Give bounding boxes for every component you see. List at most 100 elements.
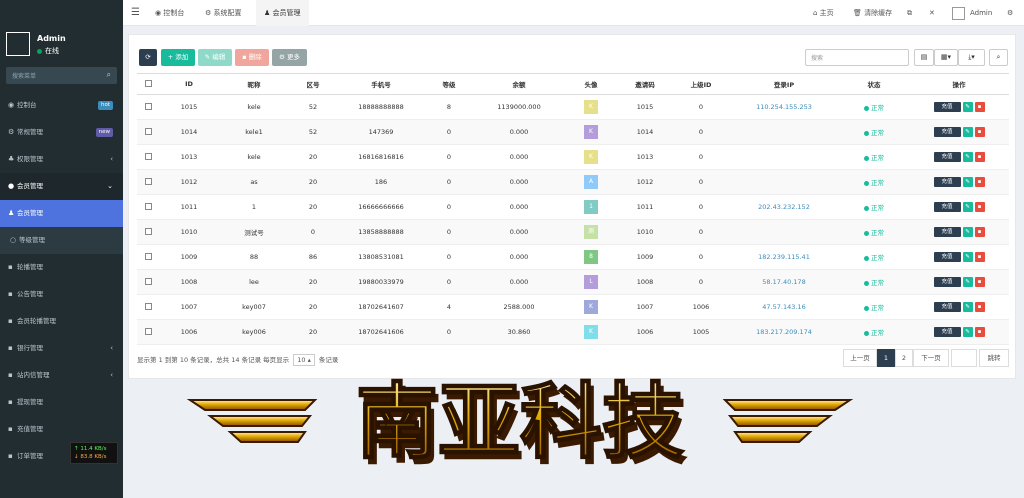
row-checkbox[interactable]	[137, 319, 159, 345]
row-checkbox[interactable]	[137, 269, 159, 295]
delete-row-icon[interactable]: ▪	[974, 277, 985, 287]
edit-row-icon[interactable]: ✎	[962, 177, 973, 187]
table-row[interactable]: 1007 key007 20 18702641607 4 2588.000 K 1007 100…	[137, 294, 1009, 320]
search-icon[interactable]: ⌕	[107, 70, 111, 80]
export-button[interactable]: ⤓▾	[958, 49, 985, 66]
recharge-button[interactable]: 充值	[933, 202, 961, 212]
row-checkbox[interactable]	[137, 169, 159, 195]
recharge-button[interactable]: 充值	[933, 227, 961, 237]
sidebar-item[interactable]: ⚙ 常规管理 new	[0, 119, 123, 146]
settings-gear-icon[interactable]: ⚙	[1007, 0, 1013, 26]
edit-row-icon[interactable]: ✎	[962, 202, 973, 212]
sidebar-item[interactable]: ▪ 提现管理	[0, 389, 123, 416]
table-row[interactable]: 1013 kele 20 16816816816 0 0.000 K 1013 0 正常 充值 ✎ ▪	[137, 144, 1009, 170]
table-row[interactable]: 1015 kele 52 18888888888 8 1139000.000 K 1015 0 1…	[137, 94, 1009, 120]
cell-ip[interactable]: 202.43.232.152	[729, 194, 839, 220]
recharge-button[interactable]: 充值	[933, 277, 961, 287]
row-checkbox[interactable]	[137, 119, 159, 145]
columns-button[interactable]: ▦▾	[934, 49, 958, 66]
cell-ip[interactable]	[729, 169, 839, 195]
delete-row-icon[interactable]: ▪	[974, 152, 985, 162]
sidebar-item[interactable]: ▪ 站内信管理 ‹	[0, 362, 123, 389]
edit-row-icon[interactable]: ✎	[962, 302, 973, 312]
recharge-button[interactable]: 充值	[933, 152, 961, 162]
select-all-checkbox[interactable]	[137, 73, 159, 95]
cell-ip[interactable]: 47.57.143.16	[729, 294, 839, 320]
recharge-button[interactable]: 充值	[933, 302, 961, 312]
page-1-button[interactable]: 1	[877, 349, 895, 367]
tab-system-config[interactable]: ⚙ 系统配置	[197, 0, 250, 26]
sidebar-item[interactable]: ● 会员管理 ⌄	[0, 173, 123, 200]
toggle-view-button[interactable]: ▤	[914, 49, 934, 66]
recharge-button[interactable]: 充值	[933, 327, 961, 337]
sidebar-item[interactable]: ▪ 公告管理	[0, 281, 123, 308]
row-checkbox[interactable]	[137, 94, 159, 120]
prev-page-button[interactable]: 上一页	[843, 349, 877, 367]
clear-cache-button[interactable]: 🗑 清除缓存	[853, 0, 892, 26]
cell-ip[interactable]	[729, 119, 839, 145]
cell-ip[interactable]: 58.17.40.178	[729, 269, 839, 295]
user-menu[interactable]: Admin	[952, 0, 992, 26]
table-search-input[interactable]: 搜索	[805, 49, 909, 66]
table-row[interactable]: 1006 key006 20 18702641606 0 30.860 K 1006 1005 1…	[137, 319, 1009, 345]
advanced-search-button[interactable]: ⌕	[989, 49, 1008, 66]
table-row[interactable]: 1012 as 20 186 0 0.000 A 1012 0 正常 充值 ✎ ▪	[137, 169, 1009, 195]
recharge-button[interactable]: 充值	[933, 177, 961, 187]
cell-ip[interactable]: 110.254.155.253	[729, 94, 839, 120]
delete-row-icon[interactable]: ▪	[974, 202, 985, 212]
delete-row-icon[interactable]: ▪	[974, 252, 985, 262]
edit-row-icon[interactable]: ✎	[962, 152, 973, 162]
edit-row-icon[interactable]: ✎	[962, 327, 973, 337]
sidebar-item[interactable]: ♣ 权限管理 ‹	[0, 146, 123, 173]
jump-button[interactable]: 跳转	[979, 349, 1009, 367]
fullscreen-icon[interactable]: ✕	[929, 0, 935, 26]
recharge-button[interactable]: 充值	[933, 102, 961, 112]
add-button[interactable]: + 添加	[161, 49, 195, 66]
recharge-button[interactable]: 充值	[933, 127, 961, 137]
table-row[interactable]: 1014 kele1 52 147369 0 0.000 K 1014 0 正常 充值 ✎ ▪	[137, 119, 1009, 145]
sidebar-item[interactable]: ○ 等级管理	[0, 227, 123, 254]
row-checkbox[interactable]	[137, 219, 159, 245]
delete-button[interactable]: ▪ 删除	[235, 49, 269, 66]
row-checkbox[interactable]	[137, 144, 159, 170]
recharge-button[interactable]: 充值	[933, 252, 961, 262]
edit-row-icon[interactable]: ✎	[962, 252, 973, 262]
delete-row-icon[interactable]: ▪	[974, 227, 985, 237]
col-header[interactable]: ID	[159, 73, 219, 95]
row-checkbox[interactable]	[137, 194, 159, 220]
sidebar-item[interactable]: ▪ 充值管理	[0, 416, 123, 443]
table-row[interactable]: 1009 88 86 13808531081 0 0.000 8 1009 0 182.239.1…	[137, 244, 1009, 270]
sidebar-item[interactable]: ▪ 会员轮播管理	[0, 308, 123, 335]
row-checkbox[interactable]	[137, 294, 159, 320]
tab-member-management[interactable]: ♟ 会员管理	[256, 0, 309, 26]
more-button[interactable]: ⚙ 更多	[272, 49, 307, 66]
delete-row-icon[interactable]: ▪	[974, 177, 985, 187]
table-row[interactable]: 1008 lee 20 19880033979 0 0.000 L 1008 0 58.17.40…	[137, 269, 1009, 295]
page-2-button[interactable]: 2	[895, 349, 913, 367]
next-page-button[interactable]: 下一页	[913, 349, 949, 367]
multi-tab-icon[interactable]: ⧉	[907, 0, 912, 26]
edit-row-icon[interactable]: ✎	[962, 227, 973, 237]
home-link[interactable]: ⌂ 主页	[813, 0, 834, 26]
delete-row-icon[interactable]: ▪	[974, 302, 985, 312]
delete-row-icon[interactable]: ▪	[974, 102, 985, 112]
sidebar-item[interactable]: ▪ 轮播管理	[0, 254, 123, 281]
refresh-button[interactable]: ⟳	[139, 49, 157, 66]
sidebar-item[interactable]: ♟ 会员管理	[0, 200, 123, 227]
menu-toggle-icon[interactable]: ☰	[131, 7, 140, 18]
table-row[interactable]: 1011 1 20 16666666666 0 0.000 1 1011 0 202.43.232…	[137, 194, 1009, 220]
jump-page-input[interactable]	[951, 349, 977, 367]
edit-row-icon[interactable]: ✎	[962, 127, 973, 137]
page-size-select[interactable]: 10 ▴	[293, 354, 315, 366]
cell-ip[interactable]: 183.217.209.174	[729, 319, 839, 345]
cell-ip[interactable]	[729, 219, 839, 245]
cell-ip[interactable]	[729, 144, 839, 170]
sidebar-search-input[interactable]: 搜索菜单 ⌕	[6, 67, 117, 84]
edit-button[interactable]: ✎ 编辑	[198, 49, 232, 66]
table-row[interactable]: 1010 测试号 0 13858888888 0 0.000 测 1010 0 正常 充值 ✎ ▪	[137, 219, 1009, 245]
sidebar-item[interactable]: ▪ 银行管理 ‹	[0, 335, 123, 362]
delete-row-icon[interactable]: ▪	[974, 327, 985, 337]
cell-ip[interactable]: 182.239.115.41	[729, 244, 839, 270]
row-checkbox[interactable]	[137, 244, 159, 270]
edit-row-icon[interactable]: ✎	[962, 277, 973, 287]
